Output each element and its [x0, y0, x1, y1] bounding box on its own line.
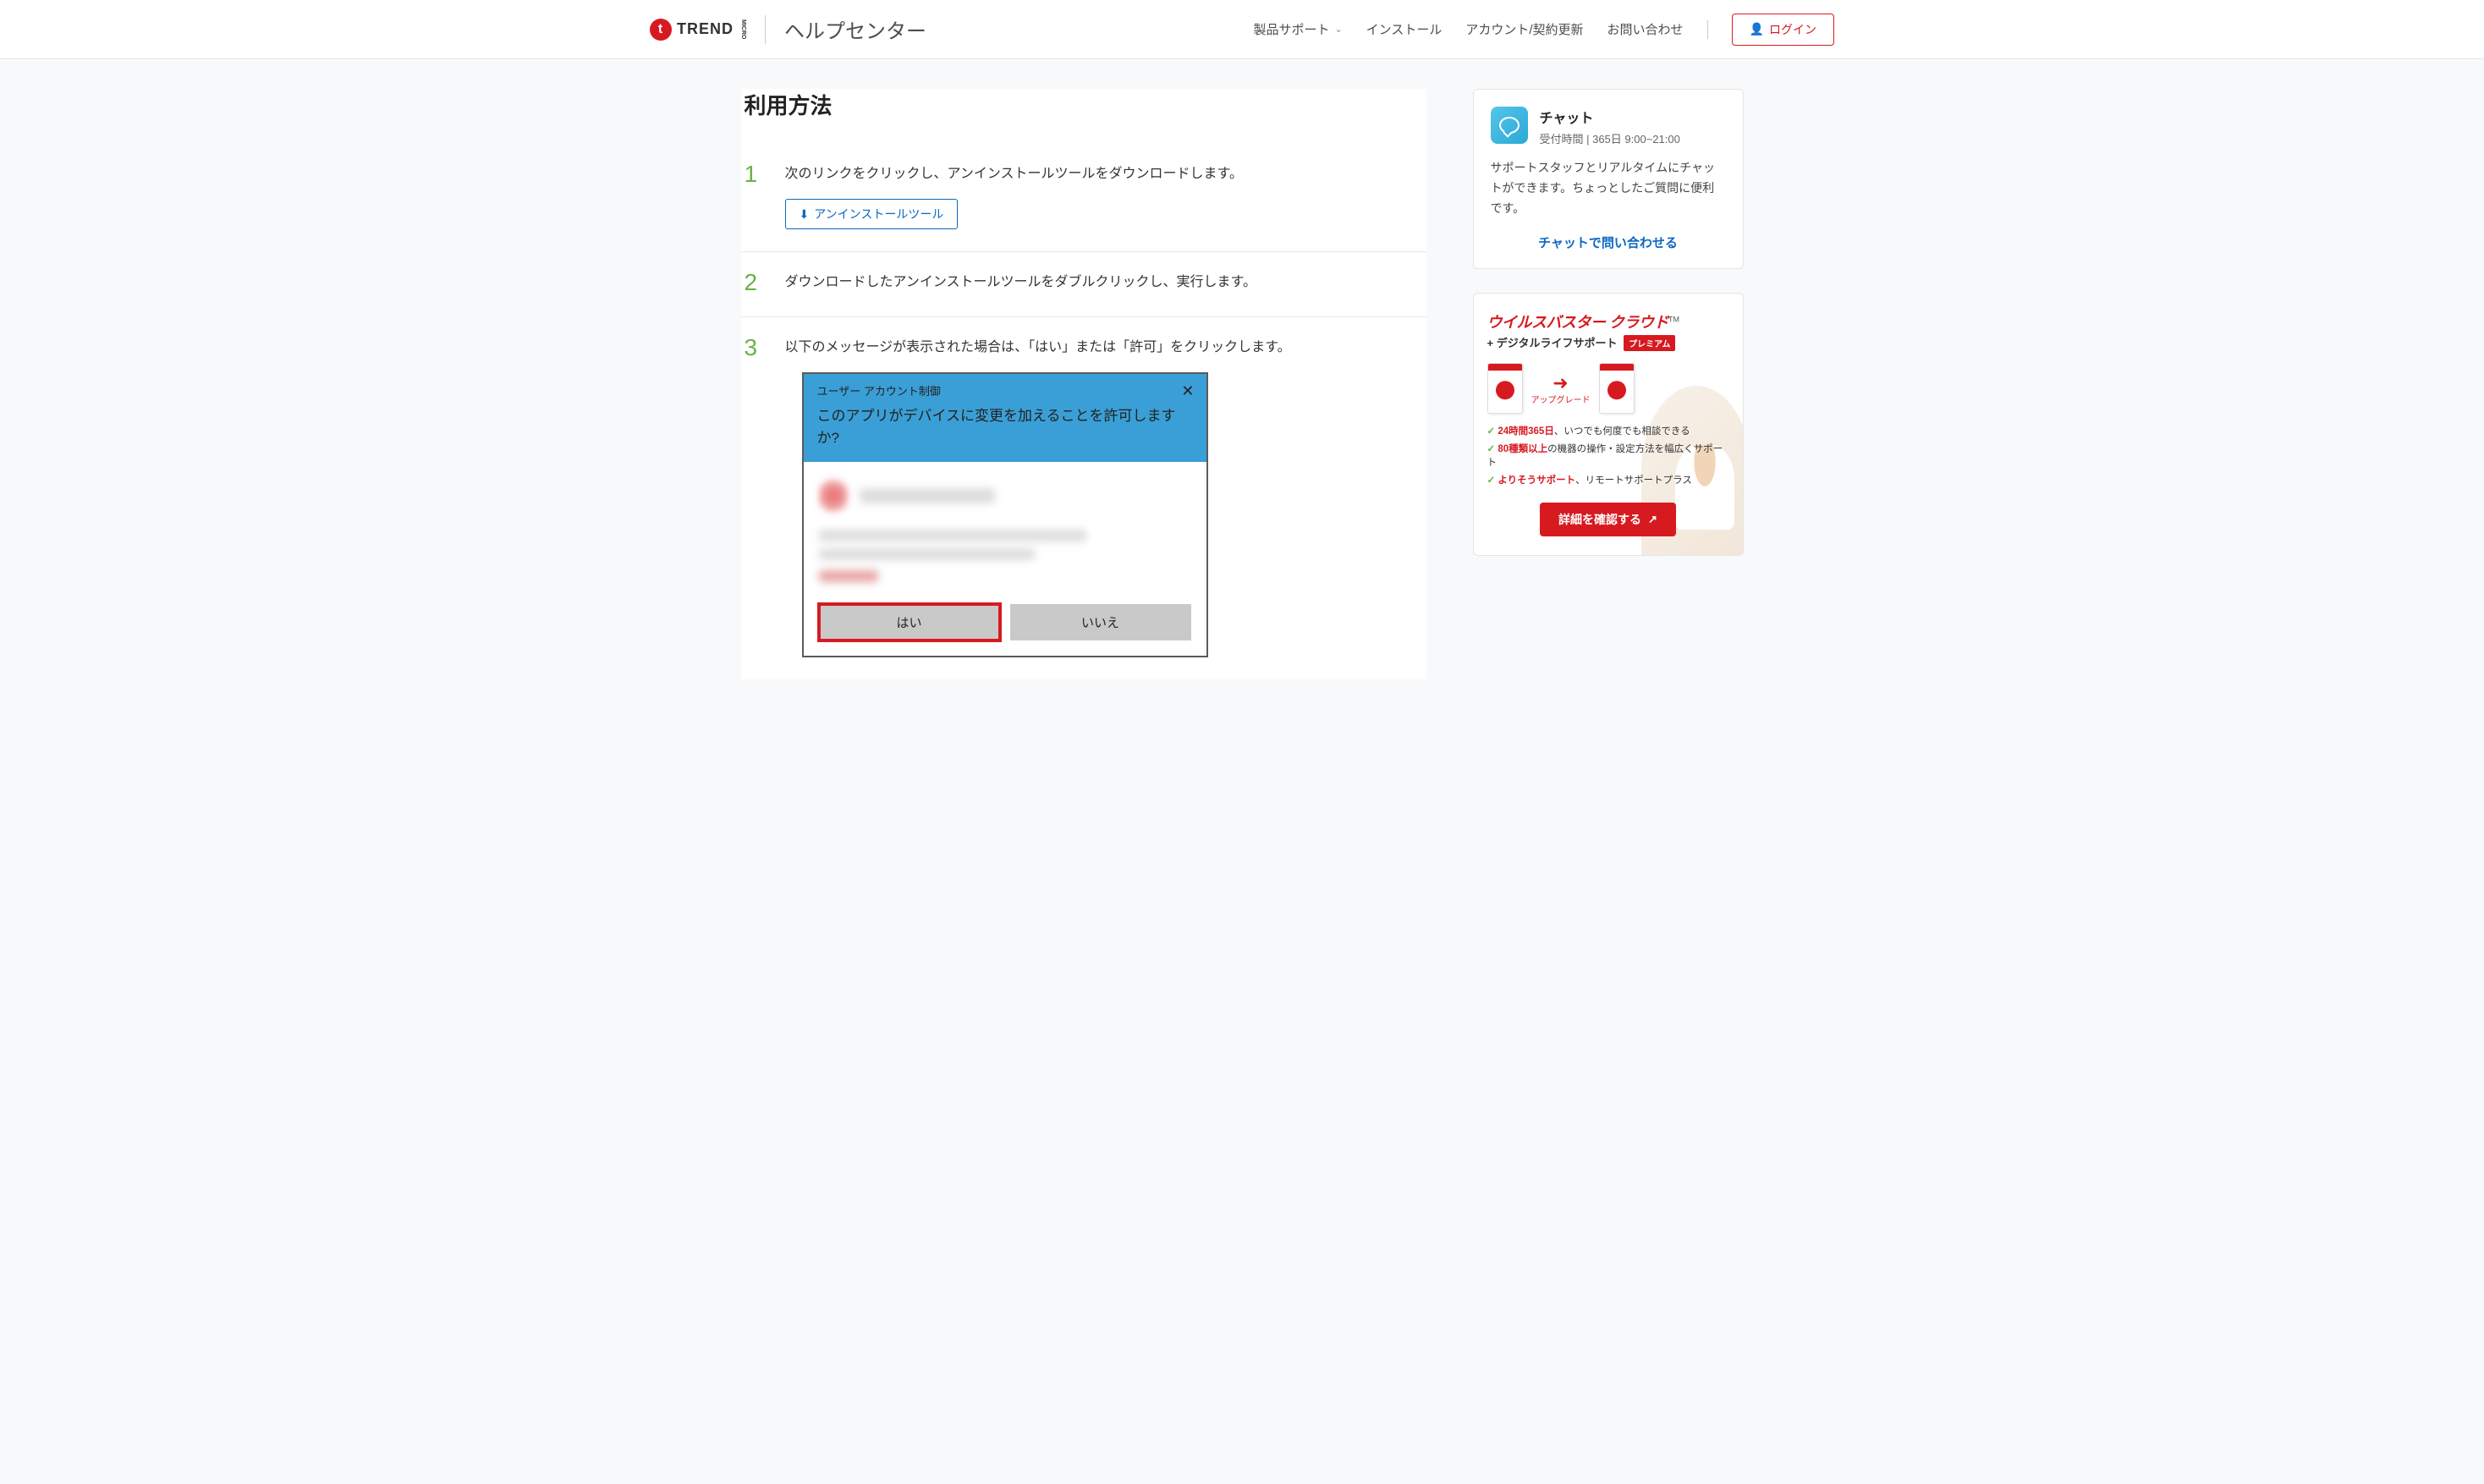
promo-card[interactable]: ウイルスバスター クラウドTM + デジタルライフサポート プレミアム ➜ アッ… [1473, 293, 1744, 556]
chat-contact-link[interactable]: チャットで問い合わせる [1491, 234, 1726, 251]
logo-group: t TREND MICRO ヘルプセンター [650, 14, 926, 44]
blurred-app-name [860, 488, 995, 503]
sidebar: チャット 受付時間 | 365日 9:00~21:00 サポートスタッフとリアル… [1473, 89, 1744, 556]
product-box-icon [1487, 363, 1523, 414]
product-box-icon [1599, 363, 1635, 414]
login-button[interactable]: 👤 ログイン [1732, 14, 1834, 46]
site-header: t TREND MICRO ヘルプセンター 製品サポート ⌄ インストール アカ… [0, 0, 2484, 59]
step-3: 3 以下のメッセージが表示された場合は、「はい」または「許可」をクリックします。… [741, 317, 1426, 679]
main-content: 利用方法 1 次のリンクをクリックし、アンインストールツールをダウンロードします… [741, 89, 1426, 679]
divider [1707, 20, 1708, 39]
brand-text: TREND [677, 20, 734, 38]
promo-cta-button[interactable]: 詳細を確認する ↗ [1540, 503, 1676, 536]
step-number: 1 [745, 162, 765, 229]
cursor-icon: ↗ [1648, 513, 1657, 526]
download-uninstall-tool-button[interactable]: ⬇ アンインストールツール [785, 199, 959, 229]
uac-header: ユーザー アカウント制御 ✕ このアプリがデバイスに変更を加えることを許可します… [804, 374, 1206, 462]
nav-product-support[interactable]: 製品サポート ⌄ [1253, 20, 1342, 38]
brand-logo[interactable]: t TREND MICRO [650, 19, 746, 41]
uac-buttons: はい いいえ [804, 596, 1206, 656]
nav-install[interactable]: インストール [1366, 20, 1443, 38]
blurred-link [819, 570, 878, 582]
promo-subtitle-text: + デジタルライフサポート [1487, 337, 1618, 349]
nav-contact[interactable]: お問い合わせ [1607, 20, 1684, 38]
user-icon: 👤 [1750, 22, 1764, 36]
divider [765, 15, 766, 44]
promo-bullet: ✓ 24時間365日、いつでも何度でも相談できる [1487, 424, 1729, 437]
step-text: 次のリンクをクリックし、アンインストールツールをダウンロードします。 [785, 162, 1423, 185]
close-icon: ✕ [1181, 382, 1194, 400]
main-nav: 製品サポート ⌄ インストール アカウント/契約更新 お問い合わせ 👤 ログイン [1253, 14, 1834, 46]
uac-dialog-screenshot: ユーザー アカウント制御 ✕ このアプリがデバイスに変更を加えることを許可します… [802, 372, 1208, 657]
step-text: ダウンロードしたアンインストールツールをダブルクリックし、実行します。 [785, 271, 1423, 294]
download-button-label: アンインストールツール [814, 206, 943, 223]
blurred-line [819, 548, 1035, 560]
promo-bullet: ✓ よりそうサポート、リモートサポートプラス [1487, 473, 1729, 486]
step-1: 1 次のリンクをクリックし、アンインストールツールをダウンロードします。 ⬇ ア… [741, 144, 1426, 252]
promo-cta-label: 詳細を確認する [1558, 511, 1641, 528]
upgrade-label: アップグレード [1531, 393, 1591, 405]
uac-yes-button: はい [819, 604, 1000, 640]
blurred-app-icon [819, 479, 848, 513]
uac-body [804, 462, 1206, 596]
uac-question: このアプリがデバイスに変更を加えることを許可しますか? [817, 405, 1193, 448]
promo-subtitle: + デジタルライフサポート プレミアム [1487, 334, 1729, 351]
nav-account[interactable]: アカウント/契約更新 [1465, 20, 1583, 38]
promo-product-title: ウイルスバスター クラウド [1487, 314, 1669, 331]
chat-description: サポートスタッフとリアルタイムにチャットができます。ちょっとしたご質問に便利です… [1491, 158, 1726, 218]
chat-icon [1491, 107, 1528, 144]
uac-window-title: ユーザー アカウント制御 [817, 382, 1193, 398]
premium-badge: プレミアム [1624, 335, 1675, 351]
upgrade-arrow-icon: ➜ [1531, 372, 1591, 394]
chat-title: チャット [1540, 107, 1680, 127]
step-2: 2 ダウンロードしたアンインストールツールをダブルクリックし、実行します。 [741, 252, 1426, 317]
step-text: 以下のメッセージが表示された場合は、「はい」または「許可」をクリックします。 [785, 336, 1423, 359]
step-number: 2 [745, 271, 765, 294]
step-number: 3 [745, 336, 765, 657]
login-label: ログイン [1769, 21, 1816, 38]
tm-mark: TM [1668, 316, 1679, 324]
help-center-title[interactable]: ヘルプセンター [784, 14, 926, 44]
chevron-down-icon: ⌄ [1334, 24, 1342, 35]
promo-product-boxes: ➜ アップグレード [1487, 363, 1729, 414]
promo-bullet: ✓ 80種類以上の機器の操作・設定方法を幅広くサポート [1487, 442, 1729, 469]
logo-ball-icon: t [650, 19, 672, 41]
brand-micro: MICRO [740, 19, 746, 39]
blurred-line [819, 530, 1087, 541]
chat-hours: 受付時間 | 365日 9:00~21:00 [1540, 130, 1680, 146]
uac-no-button: いいえ [1010, 604, 1191, 640]
nav-product-support-label: 製品サポート [1253, 20, 1329, 38]
chat-card: チャット 受付時間 | 365日 9:00~21:00 サポートスタッフとリアル… [1473, 89, 1744, 269]
section-title: 利用方法 [741, 89, 1426, 120]
download-icon: ⬇ [800, 207, 810, 222]
